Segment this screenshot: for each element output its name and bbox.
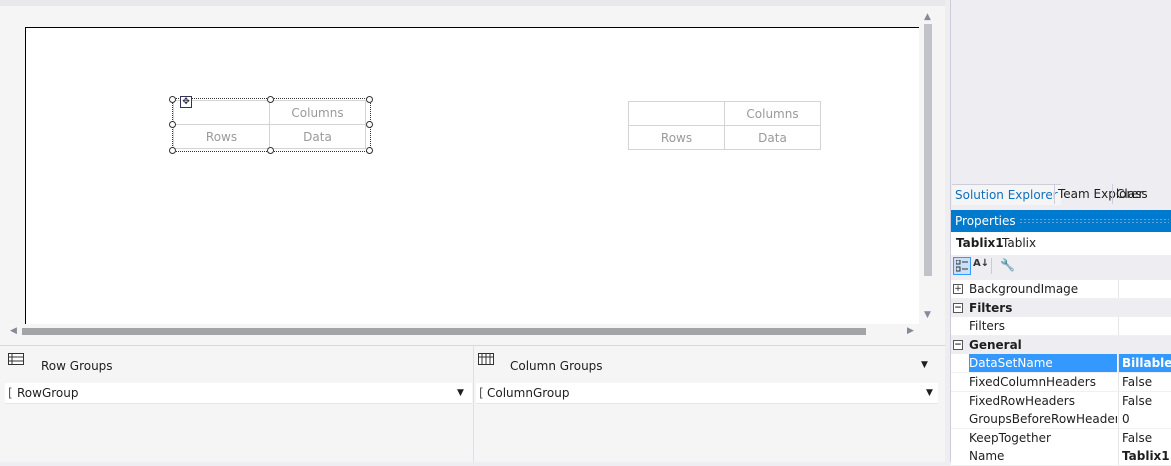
row-groups-header: Row Groups: [8, 345, 468, 382]
resize-handle-right[interactable]: [366, 121, 373, 128]
property-name: DataSetName: [969, 354, 1117, 372]
designer-top-strip: [0, 0, 945, 6]
row-group-label: RowGroup: [17, 386, 79, 400]
property-row[interactable]: FixedRowHeaders False: [951, 392, 1171, 411]
resize-handle-left[interactable]: [169, 121, 176, 128]
scroll-left-icon[interactable]: ◀: [10, 326, 17, 336]
expand-icon[interactable]: +: [953, 284, 963, 294]
report-body-canvas[interactable]: [25, 27, 919, 324]
property-pages-icon[interactable]: 🔧: [1000, 258, 1015, 272]
tab-class-view[interactable]: Class: [1112, 184, 1151, 204]
row-groups-title: Row Groups: [41, 359, 113, 373]
tablix-unselected[interactable]: Columns Rows Data: [628, 101, 821, 150]
property-category-row[interactable]: − Filters: [951, 299, 1171, 318]
resize-handle-bottom-right[interactable]: [366, 147, 373, 154]
group-bracket-icon: [: [8, 386, 13, 400]
property-name: General: [969, 338, 1022, 352]
group-bracket-icon: [: [479, 386, 484, 400]
title-grip: [1019, 218, 1169, 224]
grouping-mode-dropdown-icon[interactable]: ▼: [921, 360, 928, 370]
pane-splitter: [473, 345, 474, 462]
horizontal-scroll-thumb[interactable]: [22, 328, 866, 335]
property-name: BackgroundImage: [969, 282, 1079, 296]
property-value[interactable]: [1118, 280, 1171, 298]
row-groups-icon: [8, 353, 24, 365]
property-name: FixedRowHeaders: [969, 394, 1075, 408]
vertical-scroll-thumb[interactable]: [924, 24, 932, 276]
property-row[interactable]: Name Tablix1: [951, 447, 1171, 466]
property-value[interactable]: Billable: [1118, 354, 1171, 372]
scroll-up-icon[interactable]: ▲: [924, 12, 931, 22]
properties-toolbar: A↓ 🔧: [951, 255, 1171, 279]
properties-object-selector[interactable]: Tablix1 Tablix: [951, 232, 1171, 255]
property-value[interactable]: False: [1118, 373, 1171, 391]
row-group-item[interactable]: [ RowGroup ▼: [5, 383, 472, 404]
resize-handle-top-left[interactable]: [169, 96, 176, 103]
property-row[interactable]: Filters: [951, 317, 1171, 336]
property-row[interactable]: GroupsBeforeRowHeaders 0: [951, 410, 1171, 429]
alphabetical-view-icon[interactable]: A↓: [973, 258, 989, 269]
column-group-label: ColumnGroup: [487, 386, 570, 400]
column-groups-title: Column Groups: [510, 359, 603, 373]
property-value[interactable]: Tablix1: [1118, 447, 1171, 465]
column-groups-header: Column Groups ▼: [478, 345, 938, 382]
scroll-down-icon[interactable]: ▼: [924, 310, 931, 320]
property-value[interactable]: False: [1118, 429, 1171, 447]
move-handle-icon[interactable]: ✥: [180, 96, 192, 108]
property-row[interactable]: + BackgroundImage: [951, 280, 1171, 299]
resize-handle-bottom[interactable]: [267, 147, 274, 154]
property-name: KeepTogether: [969, 431, 1051, 445]
categorized-view-icon[interactable]: [953, 257, 971, 275]
column-group-dropdown-icon[interactable]: ▼: [926, 383, 933, 403]
tablix-data-cell[interactable]: Data: [724, 125, 821, 150]
property-name: Filters: [969, 319, 1005, 333]
property-category-row[interactable]: − General: [951, 336, 1171, 355]
collapse-icon[interactable]: −: [953, 340, 963, 350]
column-group-item[interactable]: [ ColumnGroup ▼: [476, 383, 938, 404]
object-name: Tablix1: [956, 236, 1004, 250]
property-value[interactable]: 0: [1118, 410, 1171, 428]
tablix-corner-cell[interactable]: [628, 101, 725, 126]
tablix-rows-cell[interactable]: Rows: [628, 125, 725, 150]
tablix-columns-cell[interactable]: Columns: [724, 101, 821, 126]
property-row[interactable]: FixedColumnHeaders False: [951, 373, 1171, 392]
scroll-right-icon[interactable]: ▶: [907, 326, 914, 336]
property-name: Filters: [969, 301, 1013, 315]
properties-title-bar: Properties: [951, 210, 1171, 232]
resize-handle-top[interactable]: [267, 96, 274, 103]
tab-solution-explorer[interactable]: Solution Explorer: [952, 184, 1061, 205]
object-type: Tablix: [1002, 236, 1037, 250]
properties-title: Properties: [955, 214, 1016, 228]
property-row[interactable]: KeepTogether False: [951, 429, 1171, 448]
property-value[interactable]: False: [1118, 392, 1171, 410]
toolbar-separator: [991, 258, 992, 274]
property-value[interactable]: [1118, 317, 1171, 335]
row-group-dropdown-icon[interactable]: ▼: [457, 383, 464, 403]
property-name: GroupsBeforeRowHeaders: [969, 412, 1117, 426]
collapse-icon[interactable]: −: [953, 303, 963, 313]
selection-outline: [172, 98, 371, 152]
column-groups-icon: [478, 353, 494, 365]
resize-handle-top-right[interactable]: [366, 96, 373, 103]
property-name: FixedColumnHeaders: [969, 375, 1096, 389]
property-row[interactable]: DataSetName Billable: [951, 354, 1171, 373]
resize-handle-bottom-left[interactable]: [169, 147, 176, 154]
property-name: Name: [969, 449, 1005, 463]
